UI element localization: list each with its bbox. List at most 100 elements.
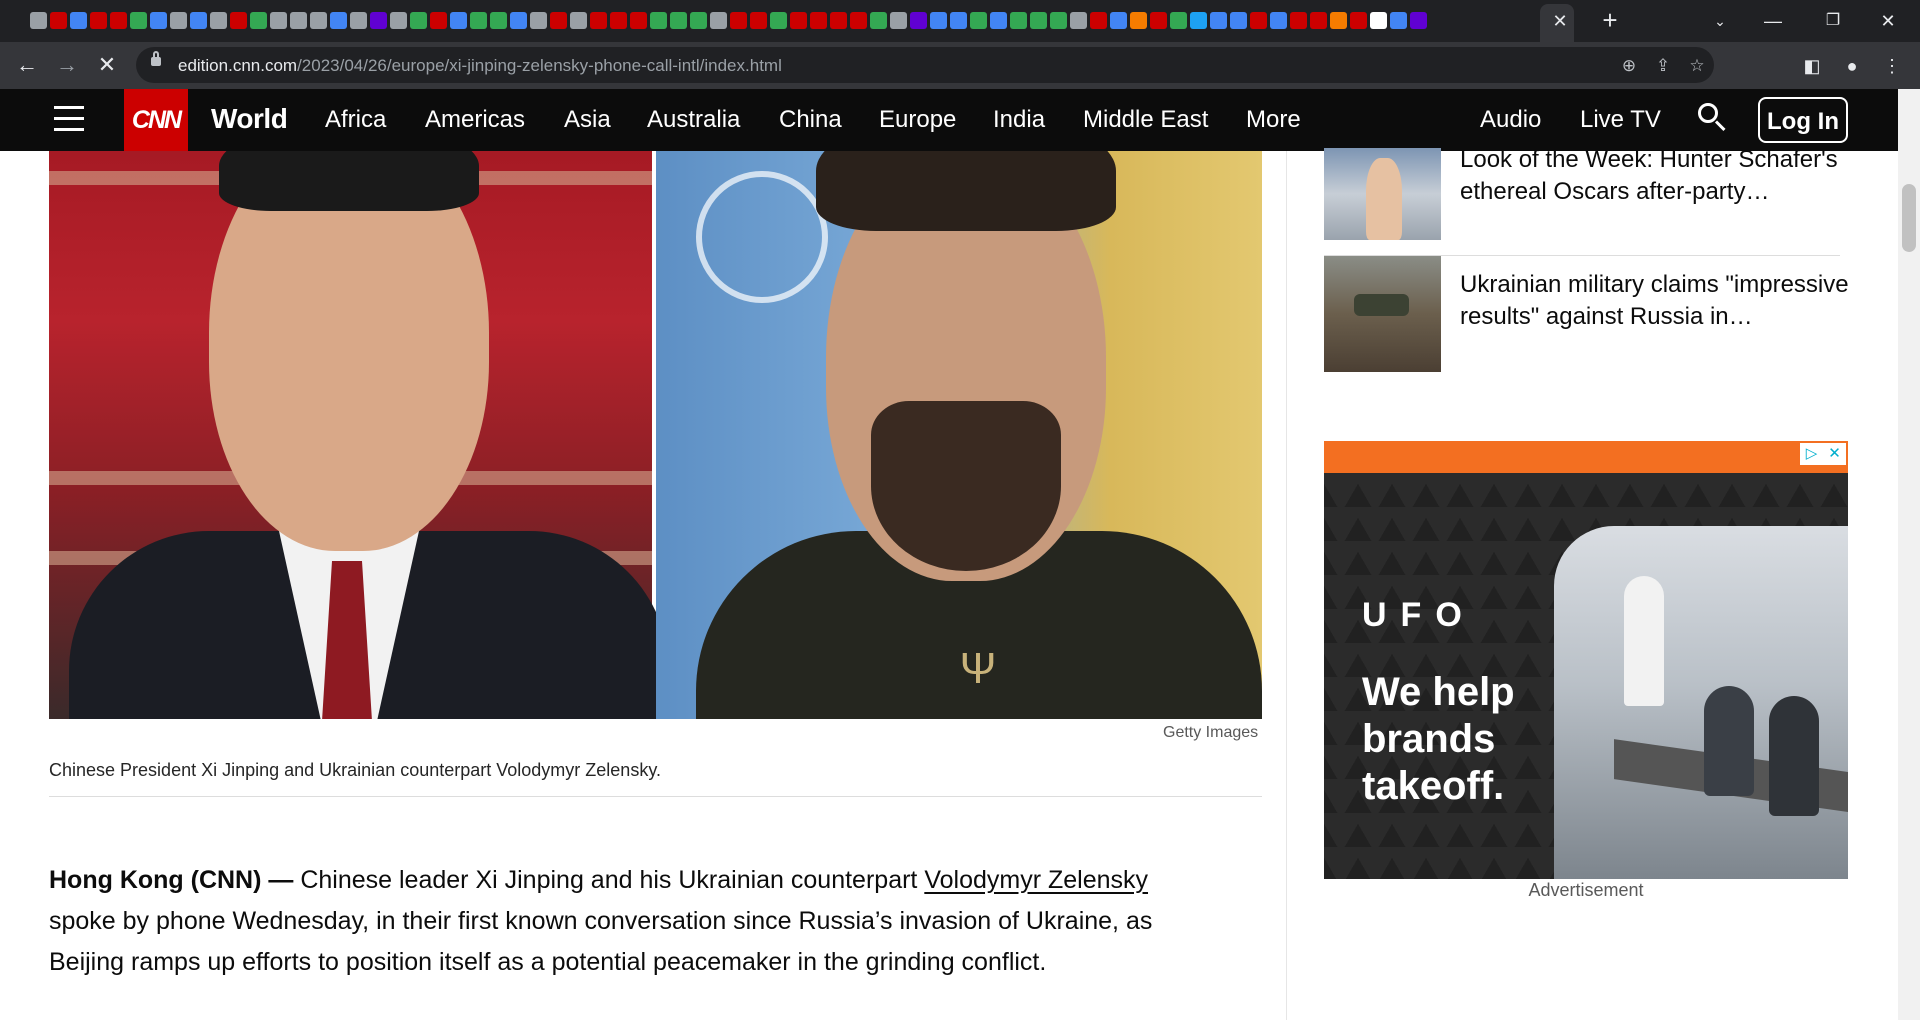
tab-favicon-icon[interactable] <box>750 12 767 29</box>
tab-favicon-icon[interactable] <box>430 12 447 29</box>
tab-favicon-icon[interactable] <box>1390 12 1407 29</box>
tab-favicon-icon[interactable] <box>950 12 967 29</box>
ad-choices-icon[interactable]: ▷ <box>1800 443 1823 465</box>
tab-favicon-icon[interactable] <box>1170 12 1187 29</box>
tab-favicon-icon[interactable] <box>1410 12 1427 29</box>
tab-favicon-icon[interactable] <box>90 12 107 29</box>
tab-favicon-icon[interactable] <box>210 12 227 29</box>
tab-favicon-icon[interactable] <box>1370 12 1387 29</box>
close-window-button[interactable]: ✕ <box>1868 6 1908 36</box>
tab-favicon-icon[interactable] <box>850 12 867 29</box>
tab-search-icon[interactable]: ⌄ <box>1700 6 1740 36</box>
tab-favicon-icon[interactable] <box>610 12 627 29</box>
tab-favicon-icon[interactable] <box>1110 12 1127 29</box>
nav-link-middle-east[interactable]: Middle East <box>1083 106 1208 134</box>
tab-favicon-icon[interactable] <box>570 12 587 29</box>
tab-favicon-icon[interactable] <box>1090 12 1107 29</box>
tab-favicon-icon[interactable] <box>810 12 827 29</box>
tab-favicon-icon[interactable] <box>370 12 387 29</box>
tab-favicon-icon[interactable] <box>1210 12 1227 29</box>
nav-link-live-tv[interactable]: Live TV <box>1580 106 1661 134</box>
tab-favicon-icon[interactable] <box>930 12 947 29</box>
tab-favicon-icon[interactable] <box>250 12 267 29</box>
tab-favicons[interactable] <box>30 10 1427 32</box>
tab-favicon-icon[interactable] <box>1030 12 1047 29</box>
story-title[interactable]: Look of the Week: Hunter Schafer's ether… <box>1460 144 1850 208</box>
tab-favicon-icon[interactable] <box>50 12 67 29</box>
ad-choices[interactable]: ▷ ✕ <box>1800 443 1846 465</box>
section-title-world[interactable]: World <box>211 103 288 135</box>
tab-favicon-icon[interactable] <box>130 12 147 29</box>
tab-favicon-icon[interactable] <box>490 12 507 29</box>
tab-favicon-icon[interactable] <box>350 12 367 29</box>
tab-favicon-icon[interactable] <box>510 12 527 29</box>
tab-favicon-icon[interactable] <box>970 12 987 29</box>
tab-favicon-icon[interactable] <box>730 12 747 29</box>
profile-icon[interactable]: ● <box>1840 54 1864 78</box>
story-thumbnail[interactable] <box>1324 148 1441 240</box>
tab-favicon-icon[interactable] <box>1290 12 1307 29</box>
tab-favicon-icon[interactable] <box>190 12 207 29</box>
story-title[interactable]: Ukrainian military claims "impressive re… <box>1460 269 1850 333</box>
tab-favicon-icon[interactable] <box>470 12 487 29</box>
tab-favicon-icon[interactable] <box>450 12 467 29</box>
login-button[interactable]: Log In <box>1758 97 1848 143</box>
search-icon[interactable] <box>1698 103 1728 133</box>
tab-favicon-icon[interactable] <box>770 12 787 29</box>
tab-favicon-icon[interactable] <box>110 12 127 29</box>
tab-favicon-icon[interactable] <box>270 12 287 29</box>
tab-favicon-icon[interactable] <box>1050 12 1067 29</box>
tab-favicon-icon[interactable] <box>1010 12 1027 29</box>
story-thumbnail[interactable] <box>1324 256 1441 372</box>
nav-link-asia[interactable]: Asia <box>564 106 611 134</box>
tab-favicon-icon[interactable] <box>330 12 347 29</box>
related-story[interactable]: Ukrainian military claims "impressive re… <box>1324 256 1849 373</box>
tab-favicon-icon[interactable] <box>1310 12 1327 29</box>
tab-favicon-icon[interactable] <box>70 12 87 29</box>
tab-favicon-icon[interactable] <box>1350 12 1367 29</box>
tab-favicon-icon[interactable] <box>1330 12 1347 29</box>
tab-favicon-icon[interactable] <box>530 12 547 29</box>
tab-favicon-icon[interactable] <box>1130 12 1147 29</box>
tab-favicon-icon[interactable] <box>230 12 247 29</box>
tab-favicon-icon[interactable] <box>910 12 927 29</box>
hamburger-menu-icon[interactable] <box>54 106 84 132</box>
tab-favicon-icon[interactable] <box>150 12 167 29</box>
nav-link-africa[interactable]: Africa <box>325 106 386 134</box>
nav-link-china[interactable]: China <box>779 106 842 134</box>
menu-kebab-icon[interactable]: ⋮ <box>1880 54 1904 78</box>
nav-link-audio[interactable]: Audio <box>1480 106 1541 134</box>
nav-link-australia[interactable]: Australia <box>647 106 740 134</box>
nav-link-more[interactable]: More <box>1246 106 1301 134</box>
forward-arrow-icon[interactable]: → <box>52 50 82 80</box>
tab-favicon-icon[interactable] <box>170 12 187 29</box>
nav-link-europe[interactable]: Europe <box>879 106 956 134</box>
tab-favicon-icon[interactable] <box>1270 12 1287 29</box>
ad-close-icon[interactable]: ✕ <box>1823 443 1846 465</box>
hero-image[interactable]: Ψ <box>49 151 1262 719</box>
share-icon[interactable]: ⇪ <box>1652 55 1674 77</box>
cnn-logo[interactable]: CNN <box>124 89 188 151</box>
tab-favicon-icon[interactable] <box>1150 12 1167 29</box>
tab-favicon-icon[interactable] <box>590 12 607 29</box>
nav-link-americas[interactable]: Americas <box>425 106 525 134</box>
url-text[interactable]: edition.cnn.com/2023/04/26/europe/xi-jin… <box>178 56 782 76</box>
tab-favicon-icon[interactable] <box>670 12 687 29</box>
tab-favicon-icon[interactable] <box>290 12 307 29</box>
tab-favicon-icon[interactable] <box>1070 12 1087 29</box>
zoom-icon[interactable]: ⊕ <box>1618 55 1640 77</box>
tab-favicon-icon[interactable] <box>990 12 1007 29</box>
tab-favicon-icon[interactable] <box>30 12 47 29</box>
tab-favicon-icon[interactable] <box>710 12 727 29</box>
back-arrow-icon[interactable]: ← <box>12 50 42 80</box>
tab-favicon-icon[interactable] <box>870 12 887 29</box>
tab-favicon-icon[interactable] <box>830 12 847 29</box>
tab-favicon-icon[interactable] <box>1190 12 1207 29</box>
bookmark-star-icon[interactable]: ☆ <box>1686 55 1708 77</box>
new-tab-button[interactable]: + <box>1597 7 1623 34</box>
close-tab-icon[interactable]: ✕ <box>1549 10 1571 32</box>
advertisement[interactable]: UFO We help brands takeoff. ▷ ✕ <box>1324 441 1848 879</box>
scrollbar-thumb[interactable] <box>1902 184 1916 252</box>
tab-favicon-icon[interactable] <box>1250 12 1267 29</box>
minimize-button[interactable]: — <box>1753 6 1793 36</box>
